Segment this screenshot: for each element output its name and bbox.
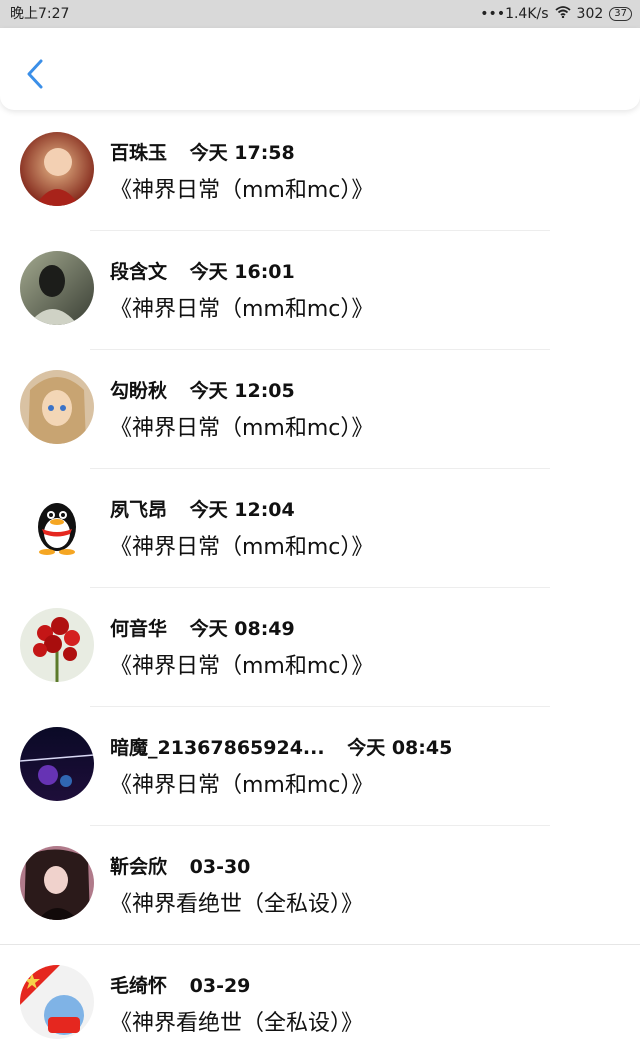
top-navigation-bar [0,28,640,110]
qq-penguin-icon [20,489,94,563]
user-name[interactable]: 毛绮怀 [110,971,167,998]
work-title[interactable]: 《神界日常（mm和mc）》 [110,648,373,680]
list-item[interactable]: 靳会欣 03-30 《神界看绝世（全私设）》 [0,826,640,945]
item-meta: 何音华 今天 08:49 [110,614,295,641]
item-time: 今天 08:45 [347,737,453,759]
network-speed: •••1.4K/s [480,6,549,22]
avatar[interactable] [20,965,94,1039]
user-name[interactable]: 段含文 [110,257,167,284]
list-item[interactable]: 毛绮怀 03-29 《神界看绝世（全私设）》 [0,945,640,1064]
work-title[interactable]: 《神界日常（mm和mc）》 [110,410,373,442]
item-time: 今天 16:01 [189,261,295,283]
work-title[interactable]: 《神界日常（mm和mc）》 [110,529,373,561]
avatar[interactable] [20,132,94,206]
activity-list: 百珠玉 今天 17:58 《神界日常（mm和mc）》 段含文 今天 16:01 … [0,112,640,1064]
item-time: 今天 08:49 [189,618,295,640]
item-meta: 靳会欣 03-30 [110,852,250,879]
battery-icon: 37 [609,7,632,21]
work-title[interactable]: 《神界日常（mm和mc）》 [110,172,373,204]
item-time: 今天 17:58 [189,142,295,164]
list-item[interactable]: 勾盼秋 今天 12:05 《神界日常（mm和mc）》 [0,350,640,469]
chevron-left-icon [27,59,43,89]
list-item[interactable]: 段含文 今天 16:01 《神界日常（mm和mc）》 [0,231,640,350]
wifi-icon [554,0,571,28]
work-title[interactable]: 《神界日常（mm和mc）》 [110,767,373,799]
item-time: 今天 12:04 [189,499,295,521]
item-time: 今天 12:05 [189,380,295,402]
item-meta: 毛绮怀 03-29 [110,971,250,998]
item-time: 03-30 [189,856,251,878]
item-time: 03-29 [189,975,251,997]
status-time: 晚上7:27 [10,6,70,22]
list-item[interactable]: 百珠玉 今天 17:58 《神界日常（mm和mc）》 [0,112,640,231]
signal-text: 302 [576,6,604,22]
item-meta: 暗魔_21367865924... 今天 08:45 [110,733,452,760]
avatar[interactable] [20,370,94,444]
list-item[interactable]: 夙飞昂 今天 12:04 《神界日常（mm和mc）》 [0,469,640,588]
item-meta: 勾盼秋 今天 12:05 [110,376,295,403]
back-button[interactable] [18,54,52,94]
work-title[interactable]: 《神界看绝世（全私设）》 [110,886,363,918]
avatar[interactable] [20,251,94,325]
user-name[interactable]: 百珠玉 [110,138,167,165]
status-right: •••1.4K/s 302 37 [480,0,632,28]
user-name[interactable]: 勾盼秋 [110,376,167,403]
list-item[interactable]: 何音华 今天 08:49 《神界日常（mm和mc）》 [0,588,640,707]
avatar[interactable] [20,727,94,801]
user-name[interactable]: 暗魔_21367865924... [110,733,325,760]
user-name[interactable]: 靳会欣 [110,852,167,879]
item-meta: 段含文 今天 16:01 [110,257,295,284]
work-title[interactable]: 《神界日常（mm和mc）》 [110,291,373,323]
item-meta: 百珠玉 今天 17:58 [110,138,295,165]
avatar[interactable] [20,608,94,682]
list-item[interactable]: 暗魔_21367865924... 今天 08:45 《神界日常（mm和mc）》 [0,707,640,826]
avatar[interactable] [20,489,94,563]
user-name[interactable]: 何音华 [110,614,167,641]
work-title[interactable]: 《神界看绝世（全私设）》 [110,1005,363,1037]
user-name[interactable]: 夙飞昂 [110,495,167,522]
item-meta: 夙飞昂 今天 12:04 [110,495,295,522]
avatar[interactable] [20,846,94,920]
status-bar: 晚上7:27 •••1.4K/s 302 37 [0,0,640,28]
